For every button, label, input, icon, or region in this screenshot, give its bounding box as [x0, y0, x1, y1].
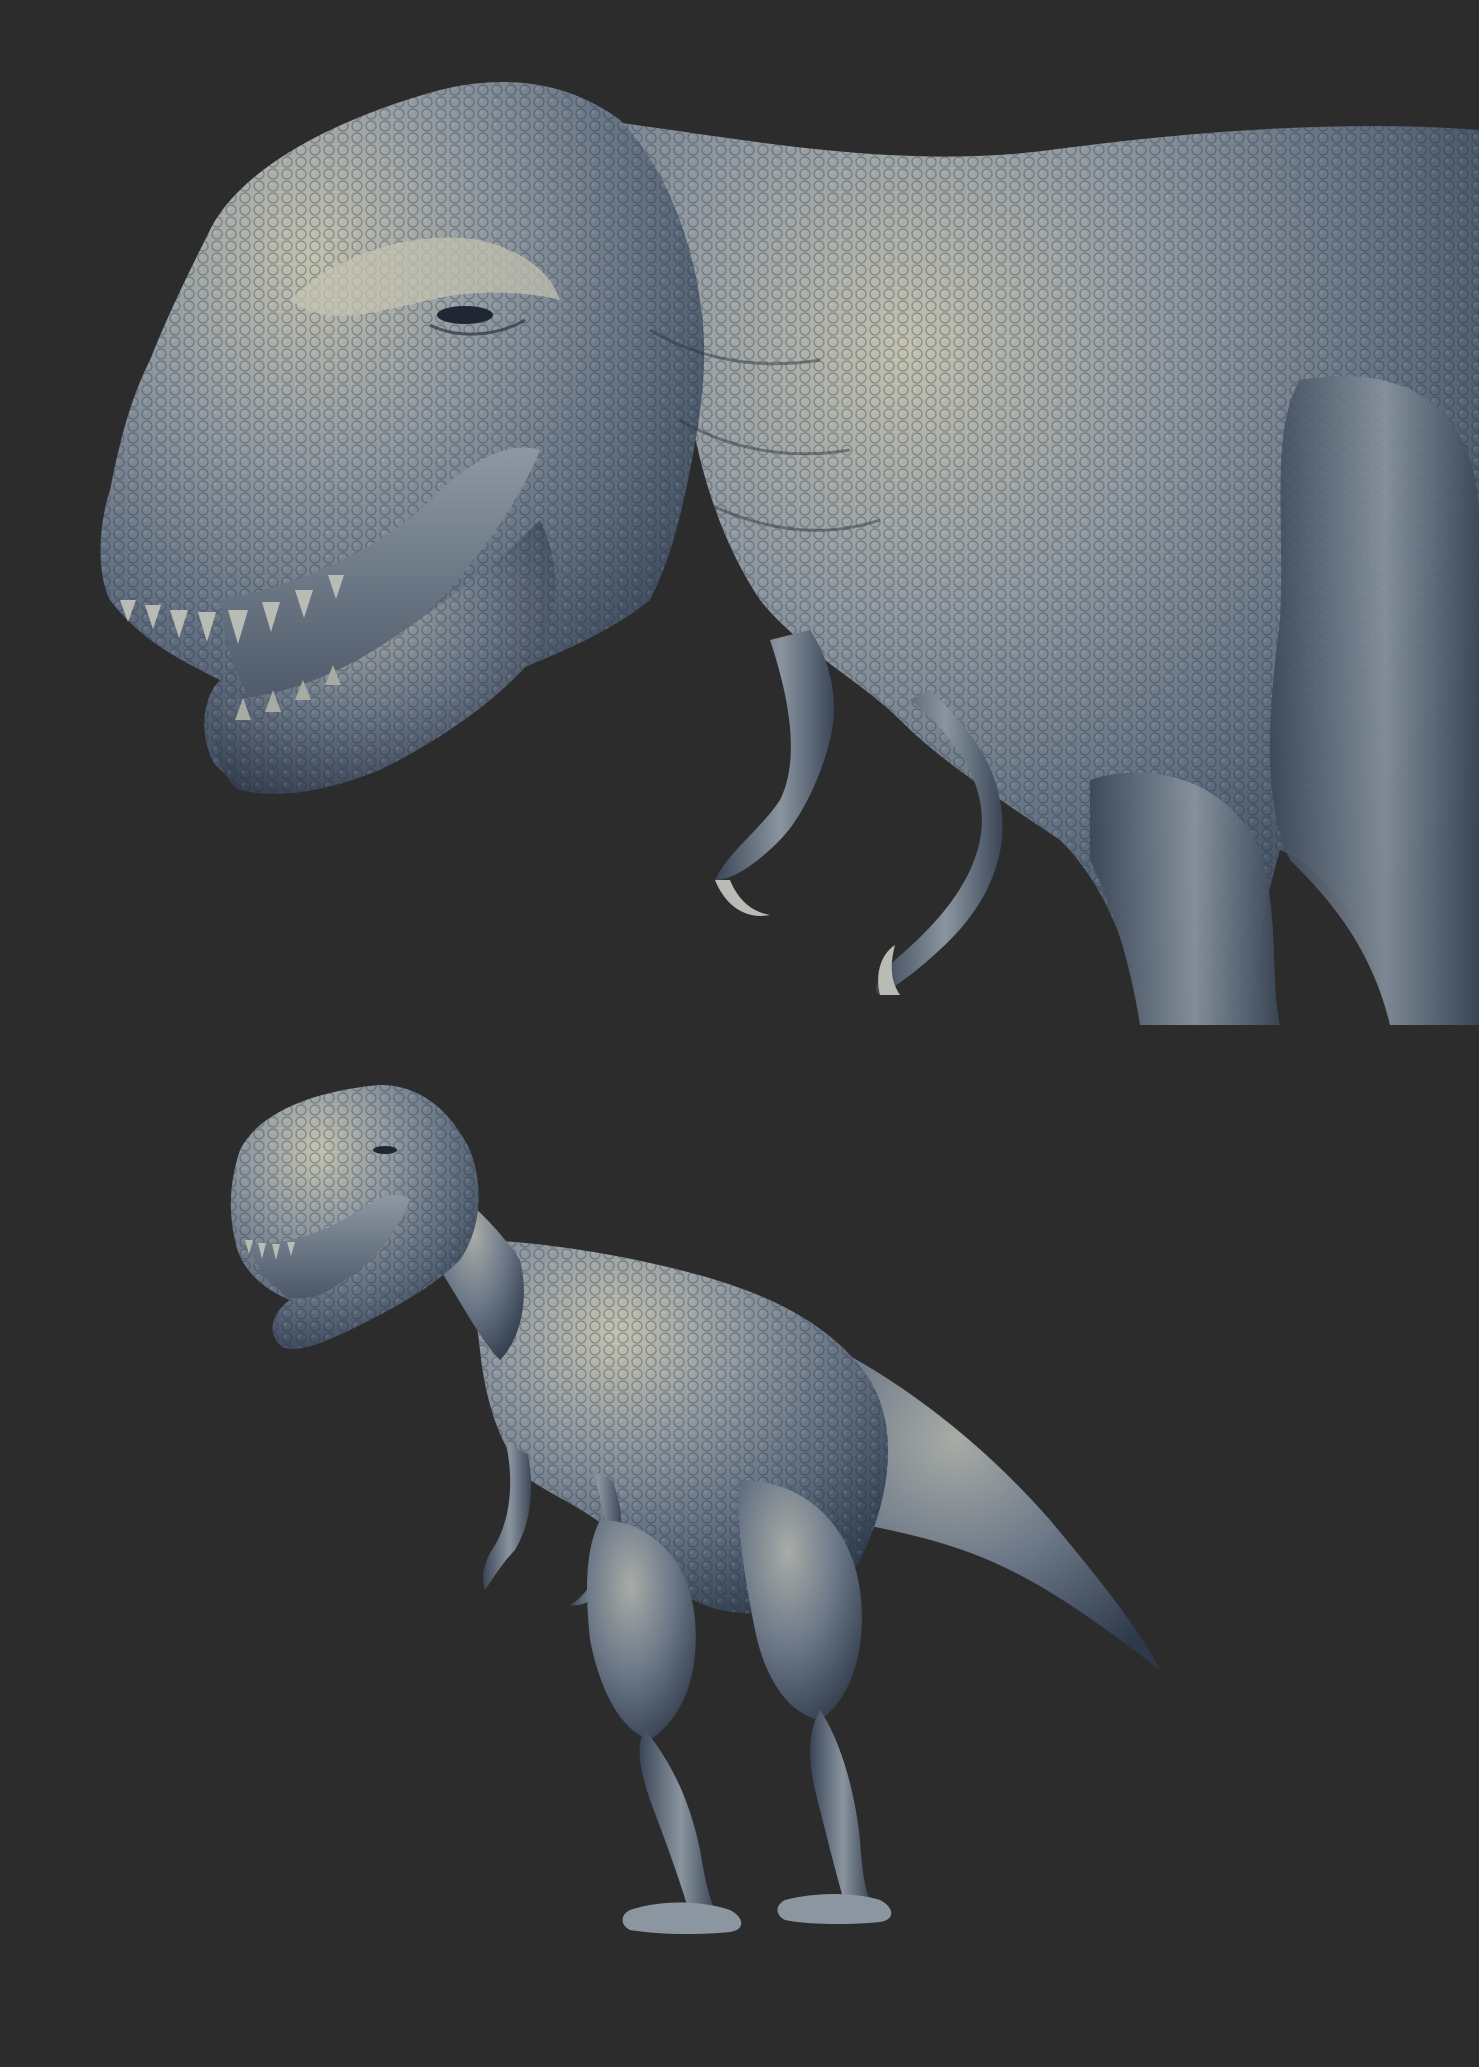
render-canvas — [0, 0, 1479, 2067]
fullbody-eye — [373, 1146, 397, 1154]
fullbody-foot-right — [777, 1894, 892, 1925]
closeup-eye — [437, 306, 493, 324]
